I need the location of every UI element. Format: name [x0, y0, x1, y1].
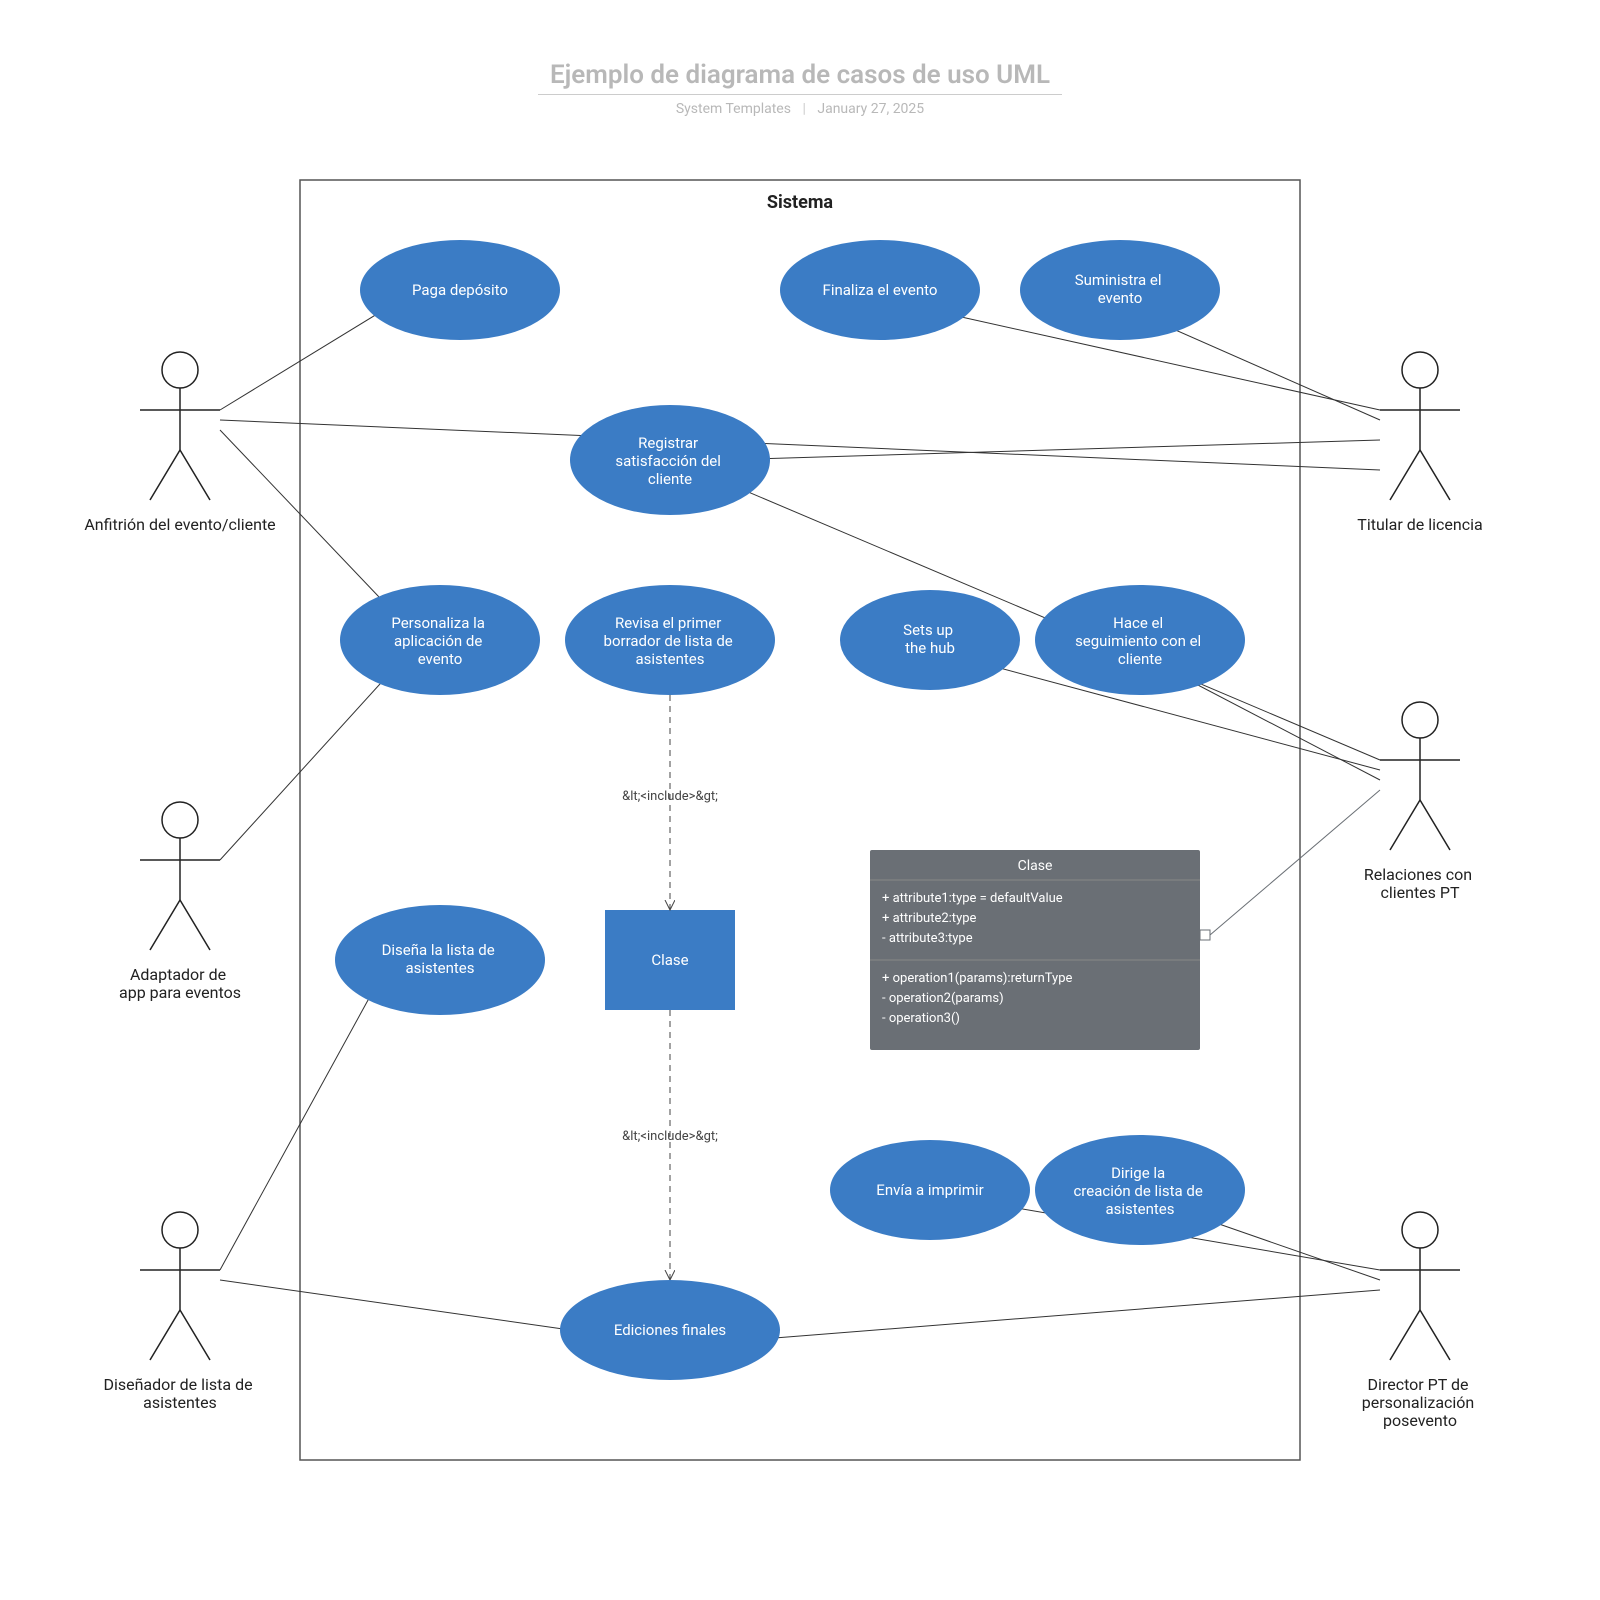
usecase-print: Envía a imprimir — [830, 1140, 1030, 1240]
actor-adapter: Adaptador de app para eventos — [119, 802, 241, 1002]
actor-designer: Diseñador de lista de asistentes — [103, 1212, 256, 1412]
usecase-supply: Suministra el evento — [1020, 240, 1220, 340]
usecase-follow: Hace el seguimiento con el cliente — [1035, 585, 1245, 695]
class-card-title: Clase — [1018, 858, 1053, 874]
usecase-satisfy: Registrar satisfacción del cliente — [570, 405, 770, 515]
svg-text:+ attribute1:type = defaultVal: + attribute1:type = defaultValue — [882, 891, 1063, 906]
actor-director-label: Director PT de personalización posevento — [1362, 1375, 1478, 1430]
svg-text:Clase: Clase — [651, 951, 688, 969]
usecase-direct: Dirige la creación de lista de asistente… — [1035, 1135, 1245, 1245]
svg-text:Envía a imprimir: Envía a imprimir — [876, 1181, 983, 1199]
uml-diagram: Sistema Anfitrión del evento/cliente Ada… — [0, 0, 1600, 1600]
actor-crm-label: Relaciones con clientes PT — [1364, 865, 1476, 902]
svg-text:Sets up the hub: Sets up the hub — [903, 621, 957, 657]
svg-text:+ operation1(params):returnTyp: + operation1(params):returnType — [882, 971, 1073, 986]
actor-designer-label: Diseñador de lista de asistentes — [103, 1375, 256, 1412]
actor-host: Anfitrión del evento/cliente — [84, 352, 275, 534]
actor-licensee-label: Titular de licencia — [1357, 515, 1482, 534]
actor-host-label: Anfitrión del evento/cliente — [84, 515, 275, 534]
actor-adapter-label: Adaptador de app para eventos — [119, 965, 241, 1002]
svg-text:Paga depósito: Paga depósito — [412, 281, 508, 299]
svg-text:+ attribute2:type: + attribute2:type — [882, 911, 977, 926]
usecase-design: Diseña la lista de asistentes — [335, 905, 545, 1015]
actor-director: Director PT de personalización posevento — [1362, 1212, 1478, 1430]
svg-text:Finaliza el evento: Finaliza el evento — [823, 281, 938, 299]
svg-text:- operation2(params): - operation2(params) — [882, 991, 1004, 1006]
actor-crm: Relaciones con clientes PT — [1364, 702, 1476, 902]
class-card: Clase + attribute1:type = defaultValue +… — [870, 790, 1380, 1050]
include-label-2: &lt;<include>&gt; — [622, 1129, 718, 1144]
svg-text:- operation3(): - operation3() — [882, 1011, 960, 1026]
usecase-finalize: Finaliza el evento — [780, 240, 980, 340]
svg-text:Ediciones finales: Ediciones finales — [614, 1321, 726, 1339]
usecase-pay: Paga depósito — [360, 240, 560, 340]
usecase-customize: Personaliza la aplicación de evento — [340, 585, 540, 695]
include-label-1: &lt;<include>&gt; — [622, 789, 718, 804]
usecase-review: Revisa el primer borrador de lista de as… — [565, 585, 775, 695]
system-label: Sistema — [767, 192, 833, 213]
system-boundary — [300, 180, 1300, 1460]
svg-text:- attribute3:type: - attribute3:type — [882, 931, 973, 946]
actor-licensee: Titular de licencia — [1357, 352, 1482, 534]
usecase-setup: Sets up the hub — [840, 590, 1020, 690]
usecase-final: Ediciones finales — [560, 1280, 780, 1380]
usecase-class-box: Clase — [605, 910, 735, 1010]
